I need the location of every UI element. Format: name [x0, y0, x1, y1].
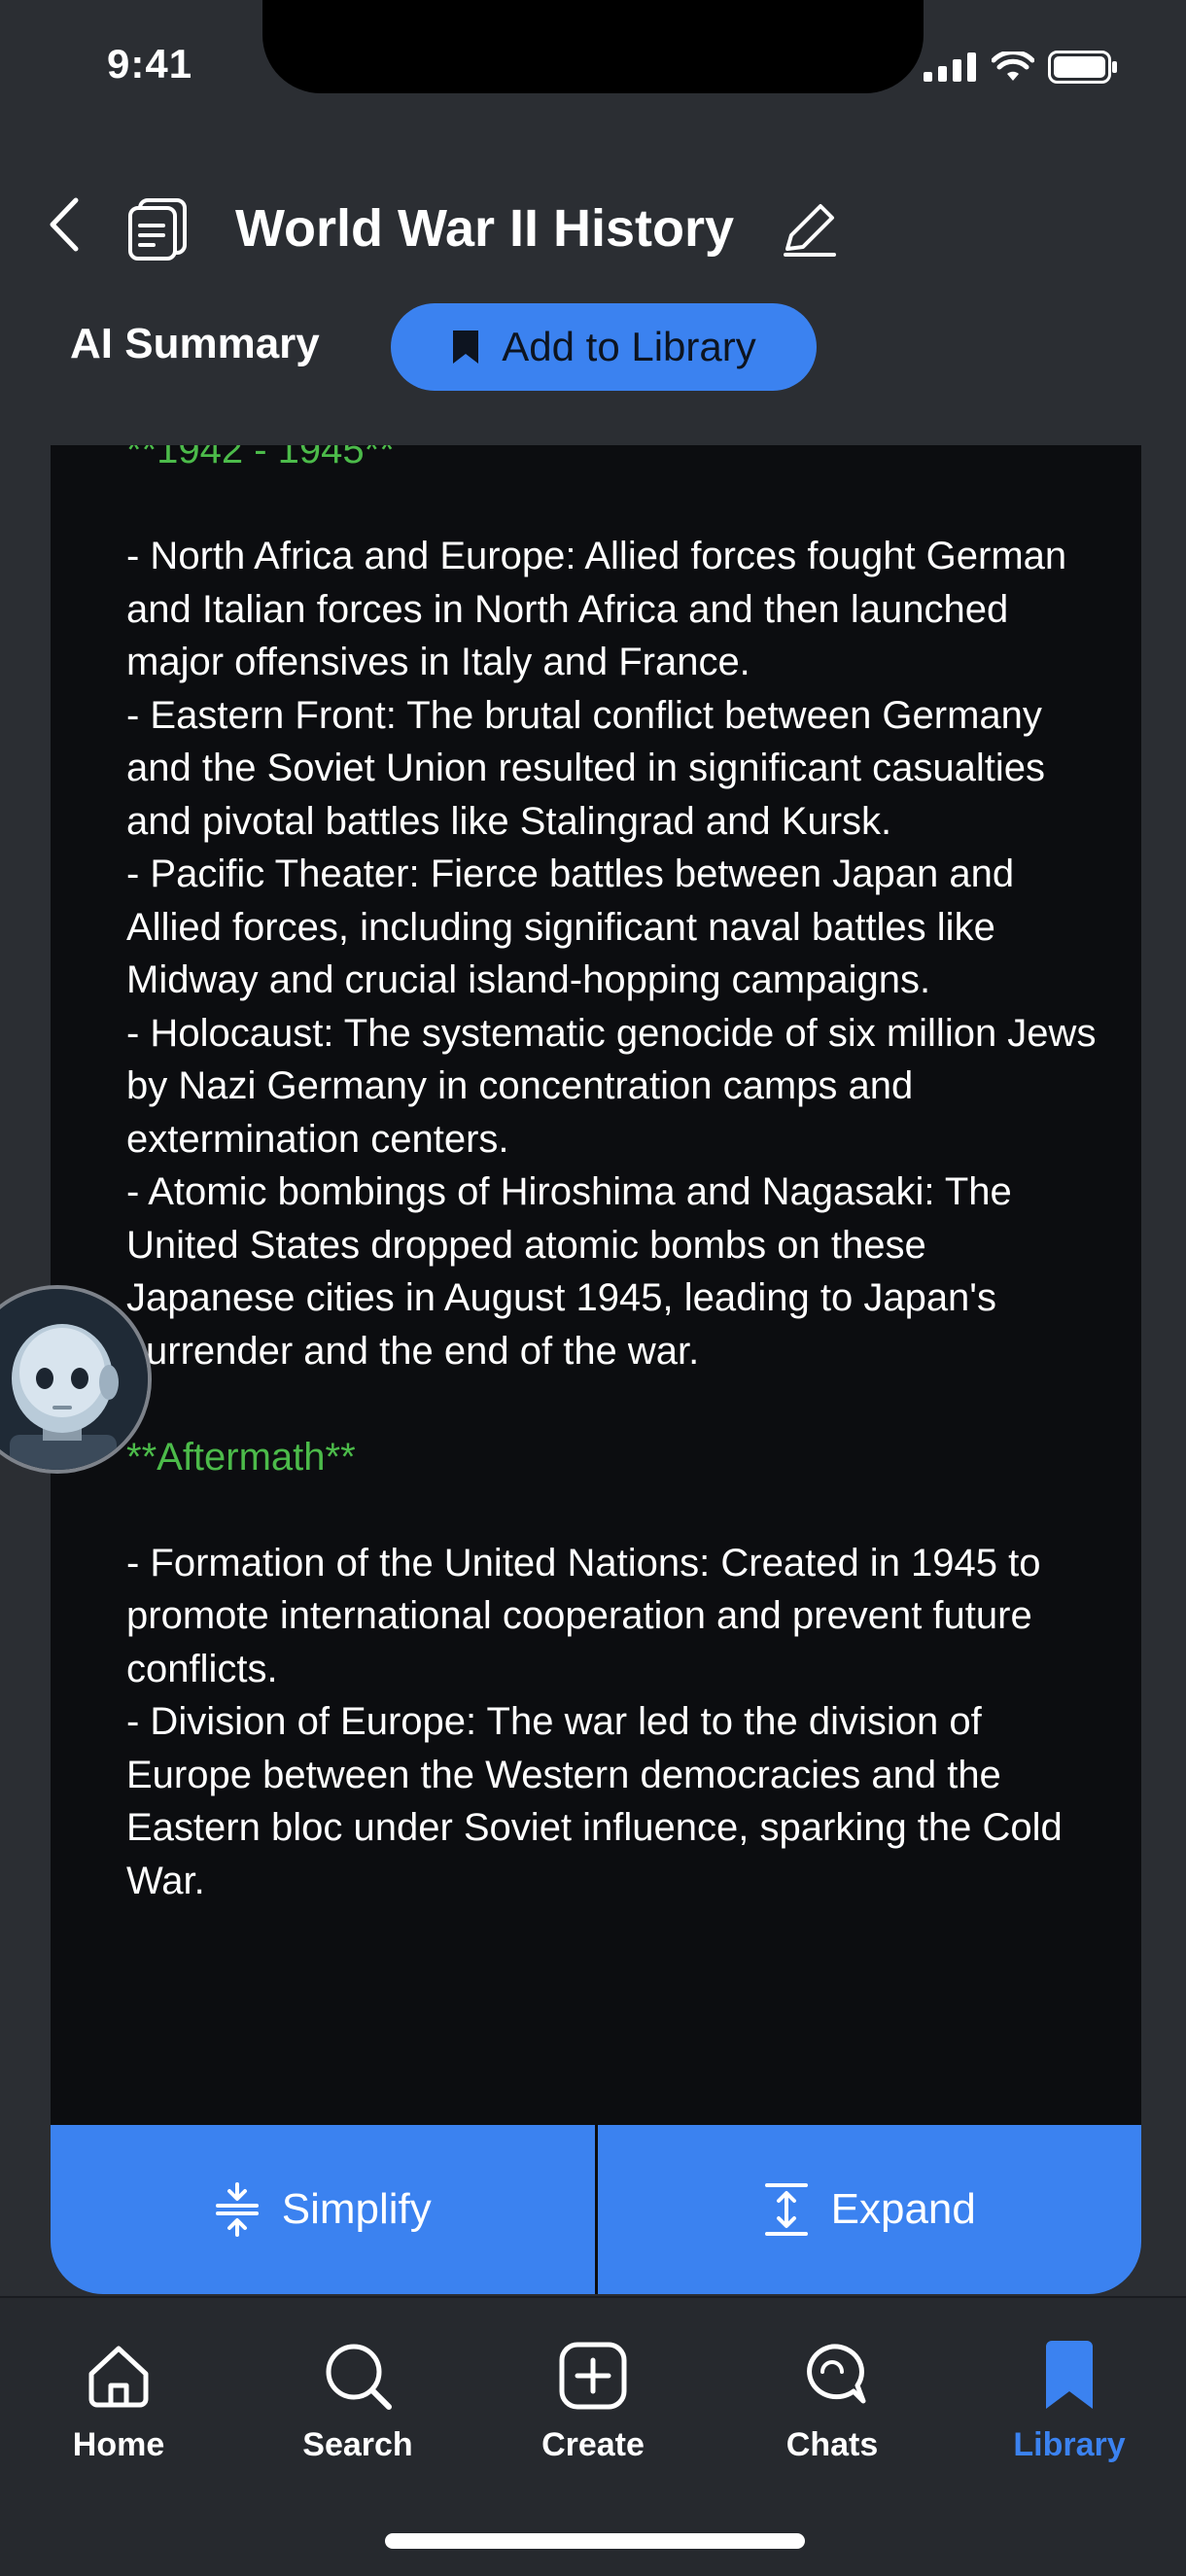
- status-icons: [924, 51, 1118, 84]
- tab-search[interactable]: Search: [270, 2339, 445, 2464]
- simplify-button[interactable]: Simplify: [51, 2125, 598, 2294]
- home-icon: [88, 2346, 149, 2408]
- add-to-library-label: Add to Library: [502, 324, 756, 369]
- home-indicator: [385, 2533, 805, 2549]
- tab-chats[interactable]: Chats: [745, 2339, 920, 2464]
- tab-create[interactable]: Create: [506, 2339, 680, 2464]
- expand-label: Expand: [830, 2185, 976, 2233]
- tab-home[interactable]: Home: [31, 2339, 206, 2464]
- back-button[interactable]: [41, 192, 95, 257]
- tab-chats-label: Chats: [785, 2426, 879, 2463]
- section-heading-partial: **1942 - 1945**: [126, 445, 395, 471]
- robot-avatar-icon: [0, 1289, 148, 1470]
- plus-square-icon: [559, 2342, 627, 2410]
- expand-icon: [764, 2183, 808, 2236]
- edit-title-button[interactable]: [778, 198, 842, 262]
- summary-actions: Simplify Expand: [51, 2125, 1141, 2294]
- wifi-icon: [992, 52, 1034, 81]
- simplify-label: Simplify: [281, 2185, 432, 2233]
- expand-button[interactable]: Expand: [597, 2125, 1141, 2294]
- tab-search-label: Search: [302, 2426, 413, 2463]
- device-notch: [262, 0, 924, 93]
- tab-library-label: Library: [1013, 2426, 1126, 2463]
- page-title: World War II History: [235, 199, 735, 258]
- status-time: 9:41: [107, 41, 193, 87]
- pencil-icon: [784, 204, 836, 257]
- chevron-left-icon: [50, 197, 79, 252]
- summary-text: **1942 - 1945** - North Africa and Europ…: [126, 445, 1099, 1907]
- bookmark-icon: [1046, 2341, 1093, 2409]
- summary-paragraph: - North Africa and Europe: Allied forces…: [126, 535, 1097, 1373]
- tab-home-label: Home: [72, 2426, 165, 2463]
- compress-icon: [215, 2182, 259, 2237]
- document-icon[interactable]: [124, 194, 194, 264]
- section-heading-aftermath: **Aftermath**: [126, 1435, 356, 1479]
- summary-label: AI Summary: [70, 320, 320, 367]
- battery-icon: [1048, 51, 1117, 84]
- search-icon: [326, 2344, 392, 2410]
- bookmark-icon: [453, 331, 479, 364]
- add-to-library-button[interactable]: Add to Library: [391, 303, 817, 391]
- tab-library[interactable]: Library: [982, 2339, 1157, 2464]
- tab-create-label: Create: [541, 2426, 645, 2463]
- signal-icon: [924, 52, 976, 82]
- summary-content[interactable]: **1942 - 1945** - North Africa and Europ…: [51, 445, 1141, 2127]
- chat-bubble-icon: [807, 2344, 866, 2404]
- summary-paragraph-aftermath: - Formation of the United Nations: Creat…: [126, 1541, 1063, 1902]
